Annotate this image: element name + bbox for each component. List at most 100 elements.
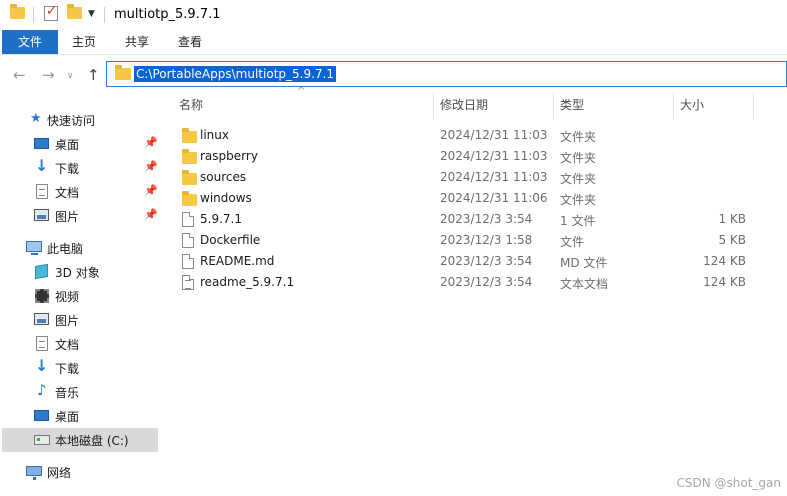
file-type: 文件夹 [560,193,597,207]
folder-icon [182,128,197,143]
file-size: 5 KB [718,233,746,247]
new-folder-icon[interactable] [67,4,82,19]
address-path[interactable]: C:\PortableApps\multiotp_5.9.7.1 [134,66,336,82]
up-arrow-icon[interactable]: ↑ [87,66,100,84]
column-header-type[interactable]: 类型 [560,96,670,118]
column-divider[interactable] [753,93,754,119]
file-size: 124 KB [703,275,746,289]
file-icon [182,254,194,269]
file-row[interactable]: README.md 2023/12/3 3:54 MD 文件 124 KB [172,251,752,272]
file-name: 5.9.7.1 [200,212,242,226]
sidebar-item-label: 网络 [47,466,72,480]
watermark: CSDN @shot_gan [676,476,781,490]
sidebar-item-pictures[interactable]: 图片 📌 [0,204,160,228]
sidebar-item-label: 快速访问 [47,114,96,128]
sidebar-item-network[interactable]: 网络 [0,460,160,484]
file-name: Dockerfile [200,233,261,247]
sidebar-item-downloads[interactable]: ↓ 下载 📌 [0,156,160,180]
tab-home[interactable]: 主页 [62,30,106,54]
tab-view[interactable]: 查看 [168,30,212,54]
sidebar-item-documents-pc[interactable]: 文档 [0,332,160,356]
file-date: 2023/12/3 3:54 [440,275,533,289]
file-row[interactable]: linux 2024/12/31 11:03 文件夹 [172,125,752,146]
file-size: 124 KB [703,254,746,268]
sidebar-item-label: 本地磁盘 (C:) [55,434,129,448]
file-date: 2023/12/3 3:54 [440,254,533,268]
tab-share[interactable]: 共享 [115,30,159,54]
sidebar-item-local-disk-c[interactable]: 本地磁盘 (C:) [2,428,158,452]
sidebar-item-desktop[interactable]: 桌面 📌 [0,132,160,156]
title-separator [104,7,105,23]
file-size: 1 KB [718,212,746,226]
column-header-date[interactable]: 修改日期 [440,96,550,118]
column-header-size[interactable]: 大小 [680,96,750,118]
3d-objects-icon [35,263,48,280]
sidebar-item-3d-objects[interactable]: 3D 对象 [0,260,160,284]
sidebar-item-label: 下载 [55,162,80,176]
folder-icon [182,149,197,164]
column-divider[interactable] [673,93,674,119]
file-date: 2024/12/31 11:06 [440,191,548,205]
file-date: 2024/12/31 11:03 [440,128,548,142]
pin-icon[interactable]: 📌 [144,160,158,173]
sidebar-item-label: 视频 [55,290,80,304]
file-name: linux [200,128,229,142]
file-row[interactable]: windows 2024/12/31 11:06 文件夹 [172,188,752,209]
file-type: 文件夹 [560,130,597,144]
file-row[interactable]: sources 2024/12/31 11:03 文件夹 [172,167,752,188]
navigation-pane: ★ 快速访问 桌面 📌 ↓ 下载 📌 文档 📌 图片 📌 此电脑 3D 对象 视… [0,100,165,496]
sidebar-item-label: 桌面 [55,410,80,424]
sidebar-item-this-pc[interactable]: 此电脑 [0,236,160,260]
sidebar-item-label: 图片 [55,210,80,224]
file-row[interactable]: raspberry 2024/12/31 11:03 文件夹 [172,146,752,167]
document-icon [36,336,48,351]
column-header-name[interactable]: 名称 [179,96,429,118]
title-separator [33,7,34,23]
file-date: 2023/12/3 3:54 [440,212,533,226]
sidebar-item-videos[interactable]: 视频 [0,284,160,308]
folder-icon [182,191,197,206]
title-bar: ▼ multiotp_5.9.7.1 [0,0,787,30]
sidebar-item-label: 桌面 [55,138,80,152]
file-icon [182,233,194,248]
file-name: sources [200,170,247,184]
folder-icon [115,65,131,80]
file-type: MD 文件 [560,256,608,270]
picture-icon [34,209,49,221]
quick-access-toolbar-dropdown-icon[interactable]: ▼ [88,9,95,19]
desktop-icon [34,138,49,149]
tab-file[interactable]: 文件 [2,30,58,54]
sidebar-item-quick-access[interactable]: ★ 快速访问 [0,108,160,132]
address-bar[interactable]: C:\PortableApps\multiotp_5.9.7.1 [106,61,787,87]
file-row[interactable]: readme_5.9.7.1 2023/12/3 3:54 文本文档 124 K… [172,272,752,293]
back-arrow-icon[interactable]: ← [13,66,26,84]
ribbon-tabs: 文件 主页 共享 查看 [0,30,787,55]
column-divider[interactable] [553,93,554,119]
column-divider[interactable] [433,93,434,119]
properties-check-icon[interactable] [44,4,58,21]
sidebar-item-label: 3D 对象 [55,266,100,280]
sidebar-item-music[interactable]: ♪ 音乐 [0,380,160,404]
file-type: 文件 [560,235,585,249]
sidebar-item-desktop-pc[interactable]: 桌面 [0,404,160,428]
sidebar-item-pictures-pc[interactable]: 图片 [0,308,160,332]
music-icon: ♪ [37,381,47,399]
file-name: windows [200,191,252,205]
forward-arrow-icon[interactable]: → [42,66,55,84]
pin-icon[interactable]: 📌 [144,208,158,221]
file-type: 文本文档 [560,277,609,291]
pin-icon[interactable]: 📌 [144,136,158,149]
window-title: multiotp_5.9.7.1 [114,7,221,22]
network-icon [26,466,42,480]
folder-icon[interactable] [10,4,25,19]
sidebar-item-downloads-pc[interactable]: ↓ 下载 [0,356,160,380]
file-date: 2024/12/31 11:03 [440,170,548,184]
file-row[interactable]: 5.9.7.1 2023/12/3 3:54 1 文件 1 KB [172,209,752,230]
file-name: readme_5.9.7.1 [200,275,295,289]
recent-locations-chevron-icon[interactable]: ∨ [67,71,74,81]
pin-icon[interactable]: 📌 [144,184,158,197]
drive-icon [34,435,50,445]
file-row[interactable]: Dockerfile 2023/12/3 1:58 文件 5 KB [172,230,752,251]
sidebar-item-documents[interactable]: 文档 📌 [0,180,160,204]
sidebar-item-label: 文档 [55,186,80,200]
